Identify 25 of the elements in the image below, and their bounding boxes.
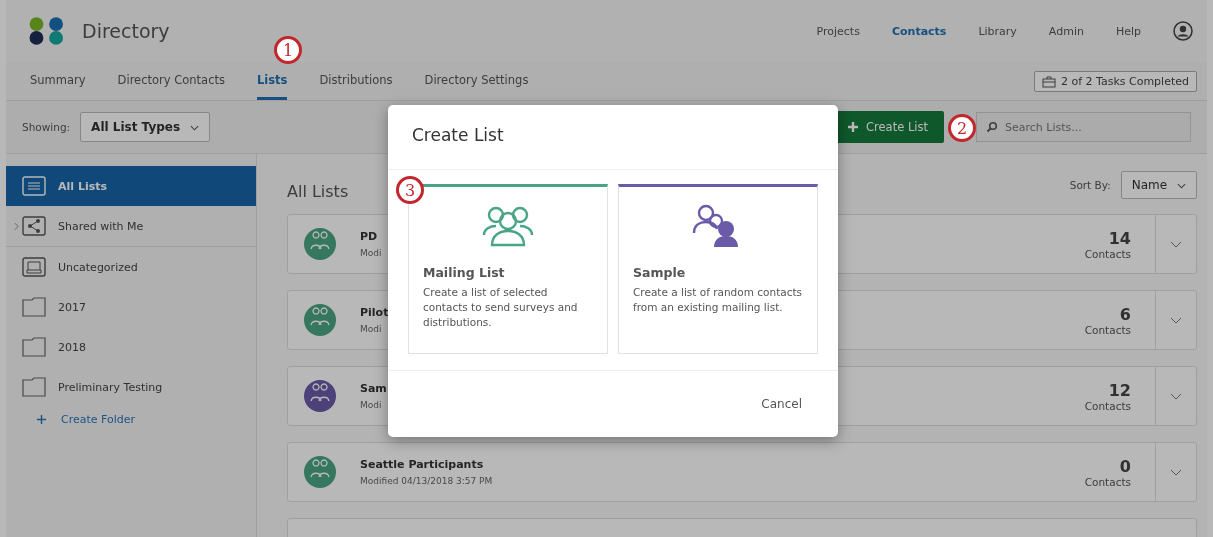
- dialog-title: Create List: [388, 105, 838, 170]
- contact-count: 14: [1108, 228, 1131, 248]
- contact-count: 6: [1119, 304, 1131, 324]
- modified-date: Modified 04/13/2018 3:57 PM: [360, 476, 493, 486]
- card-title: Sample: [633, 265, 687, 280]
- contact-count: 0: [1119, 456, 1131, 476]
- contact-count: 12: [1108, 380, 1131, 400]
- section-heading: All Lists: [287, 181, 349, 201]
- count-unit: Contacts: [1084, 399, 1131, 412]
- count-unit: Contacts: [1084, 475, 1131, 488]
- list-name: Sam: [360, 382, 387, 395]
- app-title: Directory: [82, 20, 170, 42]
- modified-date: Modi: [360, 324, 382, 334]
- sort-label: Sort By:: [1069, 179, 1111, 191]
- modified-date: Modi: [360, 400, 382, 410]
- list-name: Seattle Participants: [360, 458, 484, 471]
- modified-date: Modi: [360, 248, 382, 258]
- card-title: Mailing List: [423, 265, 506, 280]
- card-description: Create a list of selected contacts to send surveys and distributions.: [423, 285, 579, 331]
- count-unit: Contacts: [1084, 247, 1131, 260]
- card-description: Create a list of random contacts from an existing mailing list.: [633, 285, 803, 316]
- list-name: PD: [360, 230, 378, 243]
- count-unit: Contacts: [1084, 323, 1131, 336]
- list-name: Pilot: [360, 306, 389, 319]
- showing-label: Showing:: [22, 121, 71, 133]
